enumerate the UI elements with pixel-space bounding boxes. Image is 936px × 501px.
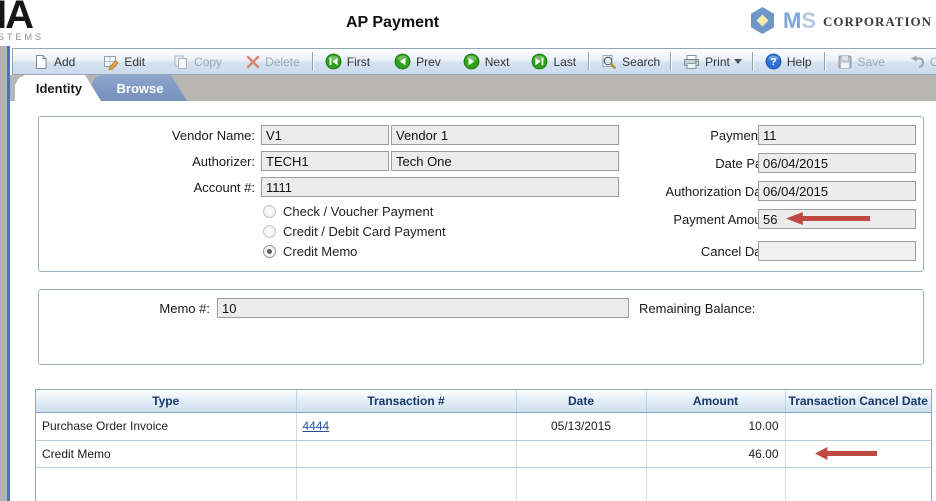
toolbar-separator [311,52,314,71]
hexagon-logo-icon [751,7,774,34]
edit-pencil-icon [104,55,119,70]
svg-text:?: ? [770,56,776,68]
radio-credit-memo-label: Credit Memo [283,244,358,259]
tab-identity[interactable]: Identity [15,75,101,101]
save-button[interactable]: Save [837,54,885,70]
brand-logo: MS CORPORATION [749,6,932,35]
cell-transaction-cancel-date [785,412,931,441]
cell-transaction: 4444 [296,412,517,441]
next-button[interactable]: Next [463,53,509,70]
prev-button[interactable]: Prev [394,53,441,70]
table-header-row: Type Transaction # Date Amount Transacti… [36,390,931,413]
first-button[interactable]: First [325,53,370,70]
column-header-transaction-cancel-date[interactable]: Transaction Cancel Date [785,390,931,413]
cell-amount: 10.00 [646,412,786,441]
table-row: Purchase Order Invoice 4444 05/13/2015 1… [36,412,931,441]
print-button[interactable]: Print [683,54,730,70]
transactions-table: Type Transaction # Date Amount Transacti… [35,389,932,501]
vendor-code-field[interactable] [261,125,389,145]
payment-details-groupbox: Vendor Name: Authorizer: Account #: Chec… [38,116,924,272]
toolbar-separator [588,52,591,71]
company-logo: IA STEMS [0,0,44,42]
cell-amount: 46.00 [646,440,786,468]
column-header-type[interactable]: Type [36,390,297,413]
toolbar-separator [751,52,754,71]
copy-button[interactable]: Copy [173,54,222,70]
delete-x-icon [246,55,260,68]
column-header-amount[interactable]: Amount [646,390,786,413]
radio-check-voucher-label: Check / Voucher Payment [283,204,434,219]
header: IA STEMS AP Payment MS CORPORATION [0,0,936,46]
previous-record-icon [394,53,411,70]
help-icon: ? [765,53,782,70]
column-header-transaction[interactable]: Transaction # [296,390,517,413]
radio-check-voucher-circle-icon [263,205,276,218]
last-record-icon [532,53,548,70]
toolbar-separator [823,52,826,71]
radio-credit-memo-circle-icon [263,245,276,258]
tab-browse[interactable]: Browse [91,75,187,101]
radio-credit-debit-circle-icon [263,225,276,238]
printer-icon [684,54,700,69]
toolbar: Add Edit Copy Delete First Prev Next Las… [12,48,936,75]
cell-type: Purchase Order Invoice [36,412,297,441]
logo-text: IA [0,0,34,37]
delete-button[interactable]: Delete [246,55,300,69]
cell-transaction [296,440,517,468]
next-record-icon [463,53,480,70]
page-title: AP Payment [346,14,440,31]
app-window: IA STEMS AP Payment MS CORPORATION Add [0,0,936,501]
memo-number-label: Memo #: [159,301,210,316]
memo-groupbox: Memo #: Remaining Balance: [38,289,924,365]
radio-check-voucher[interactable]: Check / Voucher Payment [263,204,433,219]
save-floppy-icon [838,55,852,68]
cell-date [516,440,647,468]
first-record-icon [325,53,342,70]
toolbar-separator [670,52,673,71]
authorizer-name-field[interactable] [391,151,619,171]
cancel-date-field[interactable] [758,241,916,261]
print-dropdown-caret-icon[interactable] [733,59,742,64]
tab-strip: Identity Browse [10,75,936,101]
table-empty-area [36,467,931,500]
brand-corporation-text: CORPORATION [823,14,932,29]
column-header-date[interactable]: Date [516,390,647,413]
remaining-balance-label: Remaining Balance: [639,301,756,316]
last-button[interactable]: Last [531,53,576,70]
authorizer-label: Authorizer: [192,154,255,169]
radio-credit-memo[interactable]: Credit Memo [263,244,357,259]
undo-arrow-icon [910,55,924,68]
radio-credit-debit-label: Credit / Debit Card Payment [283,224,446,239]
vendor-name-label: Vendor Name: [171,128,255,143]
authorization-date-field[interactable] [758,181,916,201]
search-button[interactable]: Search [601,54,660,70]
account-number-label: Account #: [193,180,255,195]
account-number-field[interactable] [261,177,619,197]
copy-pages-icon [174,55,188,69]
edit-button[interactable]: Edit [103,54,145,70]
identity-tab-panel: Vendor Name: Authorizer: Account #: Chec… [10,101,936,501]
cancel-button[interactable]: Cancel [909,55,936,69]
cell-type: Credit Memo [36,440,297,468]
help-button[interactable]: ? Help [765,53,812,70]
add-button[interactable]: Add [33,54,75,70]
radio-credit-debit[interactable]: Credit / Debit Card Payment [263,224,446,239]
date-paid-field[interactable] [758,153,916,173]
transaction-link[interactable]: 4444 [303,419,330,433]
cell-date: 05/13/2015 [516,412,647,441]
window-left-frame [0,46,10,501]
search-icon [602,54,616,69]
logo-subtext: STEMS [0,32,45,42]
vendor-name-field[interactable] [391,125,619,145]
memo-number-field[interactable] [217,298,629,318]
payment-number-field[interactable] [758,125,916,145]
table-row: Credit Memo 46.00 [36,440,931,468]
new-page-icon [36,54,47,69]
authorizer-code-field[interactable] [261,151,389,171]
brand-ms-text: MS [783,7,817,33]
